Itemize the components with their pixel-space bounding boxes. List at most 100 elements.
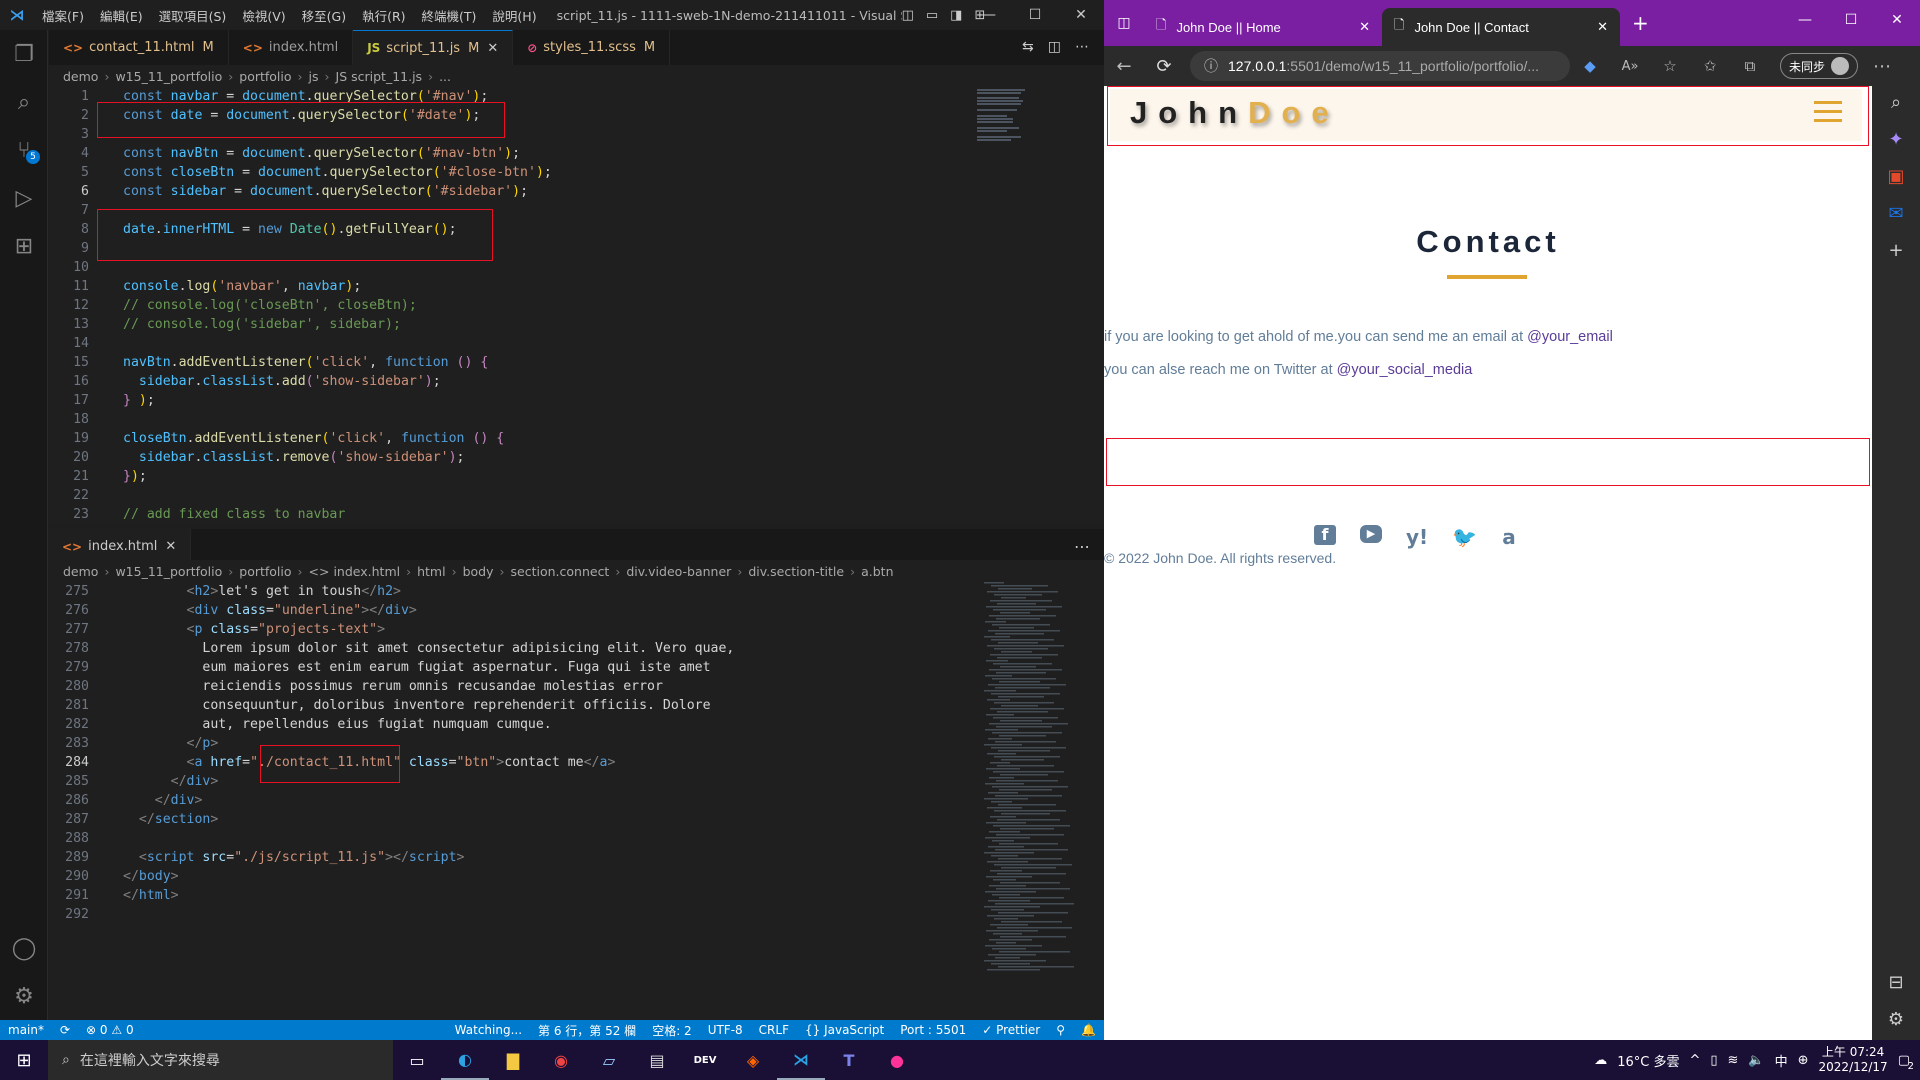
browser-maximize-button[interactable]: ☐	[1828, 0, 1874, 40]
read-aloud-icon[interactable]: A»	[1610, 59, 1650, 74]
maximize-button[interactable]: ☐	[1012, 0, 1058, 30]
eol[interactable]: CRLF	[759, 1023, 789, 1037]
problems-indicator[interactable]: ⊗ 0 ⚠ 0	[86, 1023, 134, 1037]
refresh-icon[interactable]: ⟳	[1144, 56, 1184, 77]
code-line[interactable]: 282 aut, repellendus eius fugiat numquam…	[49, 715, 552, 734]
code-line[interactable]: 288	[49, 829, 123, 848]
code-line[interactable]: 22	[49, 486, 123, 505]
chrome-icon[interactable]: ◉	[537, 1040, 585, 1080]
close-tab-icon[interactable]: ✕	[1597, 19, 1608, 35]
menu-item-6[interactable]: 終端機(T)	[422, 9, 477, 24]
code-line[interactable]: 290 </body>	[49, 867, 178, 886]
branch-indicator[interactable]: main*	[8, 1023, 44, 1037]
menu-item-5[interactable]: 執行(R)	[362, 9, 405, 24]
weather-text[interactable]: 16°C 多雲	[1617, 1051, 1679, 1070]
brave-icon[interactable]: ◈	[729, 1040, 777, 1080]
notepad-icon[interactable]: ▱	[585, 1040, 633, 1080]
close-tab-icon[interactable]: ✕	[1359, 19, 1370, 35]
twitter-link[interactable]: @your_social_media	[1337, 362, 1473, 378]
breadcrumb-item[interactable]: div.video-banner	[626, 564, 731, 579]
document-app-icon[interactable]: ▤	[633, 1040, 681, 1080]
source-control-icon[interactable]: ⑂ 5	[0, 126, 48, 174]
teams-icon[interactable]: T	[825, 1040, 873, 1080]
toggle-panel-icon[interactable]: ▭	[926, 8, 938, 23]
address-bar[interactable]: ⓘ 127.0.0.1:5501/demo/w15_11_portfolio/p…	[1190, 51, 1570, 81]
breadcrumb-item[interactable]: section.connect	[511, 564, 610, 579]
favorites-icon[interactable]: ✩	[1690, 57, 1730, 75]
tab-styles_11-scss[interactable]: ⊘ styles_11.scss M	[513, 30, 671, 65]
code-line[interactable]: 292	[49, 905, 123, 924]
settings-more-icon[interactable]: ⋯	[1862, 56, 1902, 77]
more-actions-icon[interactable]: ⋯	[1075, 39, 1089, 55]
hide-sidebar-icon[interactable]: ⊟	[1888, 972, 1903, 993]
menu-item-0[interactable]: 檔案(F)	[42, 9, 84, 24]
youtube-icon[interactable]: ▶	[1360, 525, 1382, 543]
breadcrumb-item[interactable]: w15_11_portfolio	[115, 69, 222, 84]
extensions-icon[interactable]: ⊞	[0, 222, 48, 270]
office-icon[interactable]: ▣	[1887, 166, 1904, 187]
taskbar-search[interactable]: ⌕ 在這裡輸入文字來搜尋	[48, 1040, 393, 1080]
tray-overflow-icon[interactable]: ^	[1689, 1053, 1700, 1068]
code-line[interactable]: 11 console.log('navbar', navbar);	[49, 277, 361, 296]
sidebar-settings-icon[interactable]: ⚙	[1888, 1009, 1904, 1030]
cursor-position[interactable]: 第 6 行，第 52 欄	[538, 1022, 636, 1039]
discover-icon[interactable]: ✦	[1888, 129, 1903, 150]
breadcrumb-item[interactable]: html	[417, 564, 445, 579]
network-icon[interactable]: ▯	[1710, 1053, 1717, 1068]
clock[interactable]: 上午 07:24 2022/12/17	[1819, 1045, 1888, 1075]
browser-tab-contact[interactable]: 🗋 John Doe || Contact ✕	[1382, 8, 1620, 46]
encoding[interactable]: UTF-8	[708, 1023, 743, 1037]
close-button[interactable]: ✕	[1058, 0, 1104, 30]
code-line[interactable]: 4 const navBtn = document.querySelector('…	[49, 144, 520, 163]
indent-setting[interactable]: 空格: 2	[652, 1022, 692, 1039]
tab-index-html[interactable]: <> index.html	[228, 30, 354, 65]
outlook-icon[interactable]: ✉	[1888, 203, 1903, 224]
settings-gear-icon[interactable]: ⚙	[0, 972, 48, 1020]
file-explorer-icon[interactable]: ▇	[489, 1040, 537, 1080]
add-sidebar-app-icon[interactable]: +	[1888, 240, 1903, 261]
code-line[interactable]: 20 sidebar.classList.remove('show-sideba…	[49, 448, 464, 467]
code-line[interactable]: 279 eum maiores est enim earum fugiat as…	[49, 658, 710, 677]
code-line[interactable]: 287 </section>	[49, 810, 218, 829]
code-line[interactable]: 278 Lorem ipsum dolor sit amet consectet…	[49, 639, 734, 658]
menu-item-1[interactable]: 編輯(E)	[100, 9, 143, 24]
explorer-icon[interactable]: ❐	[0, 30, 48, 78]
browser-tab-home[interactable]: 🗋 John Doe || Home ✕	[1144, 8, 1382, 46]
twitter-icon[interactable]: 🐦	[1452, 525, 1477, 549]
toggle-primary-sidebar-icon[interactable]: ◫	[902, 8, 914, 23]
breadcrumb-item[interactable]: JS script_11.js	[336, 69, 423, 84]
minimap-bottom[interactable]	[980, 582, 1090, 982]
browser-minimize-button[interactable]: —	[1782, 0, 1828, 40]
menu-item-4[interactable]: 移至(G)	[302, 9, 346, 24]
collections-icon[interactable]: ⧉	[1730, 57, 1770, 75]
back-icon[interactable]: ←	[1104, 56, 1144, 77]
account-icon[interactable]: ◯	[0, 924, 48, 972]
ime-mode-icon[interactable]: ⊕	[1798, 1053, 1809, 1068]
watch-sass-indicator[interactable]: Watching...	[455, 1023, 522, 1037]
code-line[interactable]: 276 <div class="underline"></div>	[49, 601, 417, 620]
weather-icon[interactable]: ☁	[1594, 1053, 1607, 1068]
color-app-icon[interactable]: ●	[873, 1040, 921, 1080]
code-line[interactable]: 12// console.log('closeBtn', closeBtn);	[49, 296, 417, 315]
prettier-status[interactable]: ✓ Prettier	[982, 1023, 1040, 1037]
more-actions-icon[interactable]: ⋯	[1074, 537, 1090, 556]
profile-button[interactable]: 未同步	[1780, 53, 1859, 79]
browser-close-button[interactable]: ✕	[1874, 0, 1920, 40]
breadcrumb-item[interactable]: portfolio	[239, 69, 291, 84]
code-line[interactable]: 19 closeBtn.addEventListener('click', fun…	[49, 429, 504, 448]
sync-icon[interactable]: ⟳	[60, 1023, 70, 1037]
email-link[interactable]: @your_email	[1527, 329, 1613, 345]
shopping-tag-icon[interactable]: ◆	[1570, 57, 1610, 75]
breadcrumb-item[interactable]: portfolio	[239, 564, 291, 579]
code-line[interactable]: 281 consequuntur, doloribus inventore re…	[49, 696, 710, 715]
code-line[interactable]: 14	[49, 334, 123, 353]
live-server-port[interactable]: Port : 5501	[900, 1023, 966, 1037]
vscode-taskbar-icon[interactable]: ⋊	[777, 1040, 825, 1080]
code-line[interactable]: 286 </div>	[49, 791, 202, 810]
breadcrumb-item[interactable]: body	[463, 564, 494, 579]
menu-item-7[interactable]: 說明(H)	[492, 9, 536, 24]
broadcast-icon[interactable]: ⚲	[1056, 1023, 1065, 1037]
breadcrumb-item[interactable]: js	[309, 69, 319, 84]
minimize-button[interactable]: —	[966, 0, 1012, 30]
editor-index-html[interactable]: 275 <h2>let's get in toush</h2> 276 <div …	[49, 582, 1104, 1020]
